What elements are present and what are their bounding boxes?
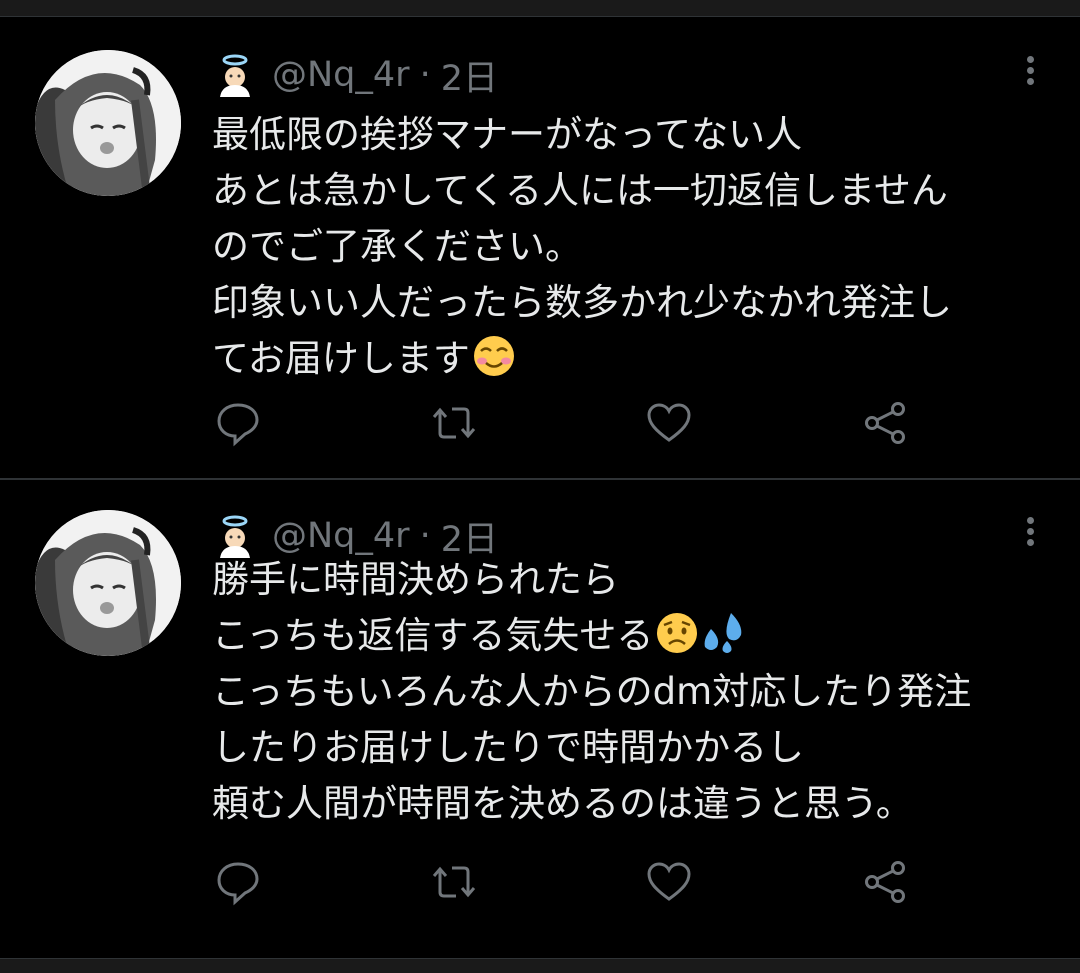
tweet-1[interactable]: @Nq_4r · 2日 最低限の挨拶マナーがなってない人 あとは急かしてくる人に…	[0, 17, 1080, 480]
tweet-line: 勝手に時間決められたら	[212, 558, 619, 601]
tweet-line: のでご了承ください。	[212, 225, 582, 268]
tweet-line-with-emoji: こっちも返信する気失せる	[212, 608, 1062, 664]
share-icon[interactable]	[861, 858, 909, 906]
retweet-icon[interactable]	[430, 858, 478, 906]
tweet-line: てお届けします	[212, 337, 470, 380]
more-vertical-icon[interactable]	[1024, 53, 1036, 93]
tweet-2[interactable]: @Nq_4r · 2日 勝手に時間決められたら こっちも返信する気失せる こっち…	[0, 480, 1080, 957]
tweet-header: @Nq_4r · 2日	[212, 53, 498, 99]
tweet-timestamp[interactable]: 2日	[441, 50, 498, 101]
bottom-strip	[0, 958, 1080, 973]
header-separator: ·	[419, 55, 431, 95]
heart-icon[interactable]	[645, 399, 693, 447]
tweet-line: あとは急かしてくる人には一切返信しません	[212, 169, 948, 212]
tweet-line: 頼む人間が時間を決めるのは違うと思う。	[212, 782, 913, 825]
tweet-text: 勝手に時間決められたら こっちも返信する気失せる こっちもいろんな人からのdm対…	[212, 552, 1062, 832]
sweat-droplets-icon	[701, 611, 745, 655]
share-icon[interactable]	[861, 399, 909, 447]
more-vertical-icon[interactable]	[1024, 514, 1036, 554]
tweet-text: 最低限の挨拶マナーがなってない人 あとは急かしてくる人には一切返信しません ので…	[212, 107, 1062, 387]
author-handle[interactable]: @Nq_4r	[272, 55, 410, 95]
tweet-line: こっちも返信する気失せる	[212, 614, 654, 657]
retweet-icon[interactable]	[430, 399, 478, 447]
reply-icon[interactable]	[214, 399, 262, 447]
tweet-line: したりお届けしたりで時間かかるし	[212, 726, 804, 769]
tweet-line: こっちもいろんな人からのdm対応したり発注	[212, 670, 972, 713]
tweet-actions	[0, 399, 1080, 449]
reply-icon[interactable]	[214, 858, 262, 906]
tweet-line: 印象いい人だったら数多かれ少なかれ発注し	[212, 281, 952, 324]
avatar[interactable]	[35, 510, 181, 656]
top-status-strip	[0, 0, 1080, 17]
author-handle[interactable]: @Nq_4r	[272, 516, 410, 556]
avatar[interactable]	[35, 50, 181, 196]
tweet-line-with-emoji: てお届けします	[212, 331, 1062, 387]
tweet-actions	[0, 858, 1080, 908]
smiling-face-with-blush-icon	[472, 334, 516, 378]
header-separator: ·	[419, 516, 431, 556]
angel-icon	[212, 53, 258, 97]
heart-icon[interactable]	[645, 858, 693, 906]
tweet-line: 最低限の挨拶マナーがなってない人	[212, 113, 803, 156]
worried-face-icon	[655, 611, 699, 655]
